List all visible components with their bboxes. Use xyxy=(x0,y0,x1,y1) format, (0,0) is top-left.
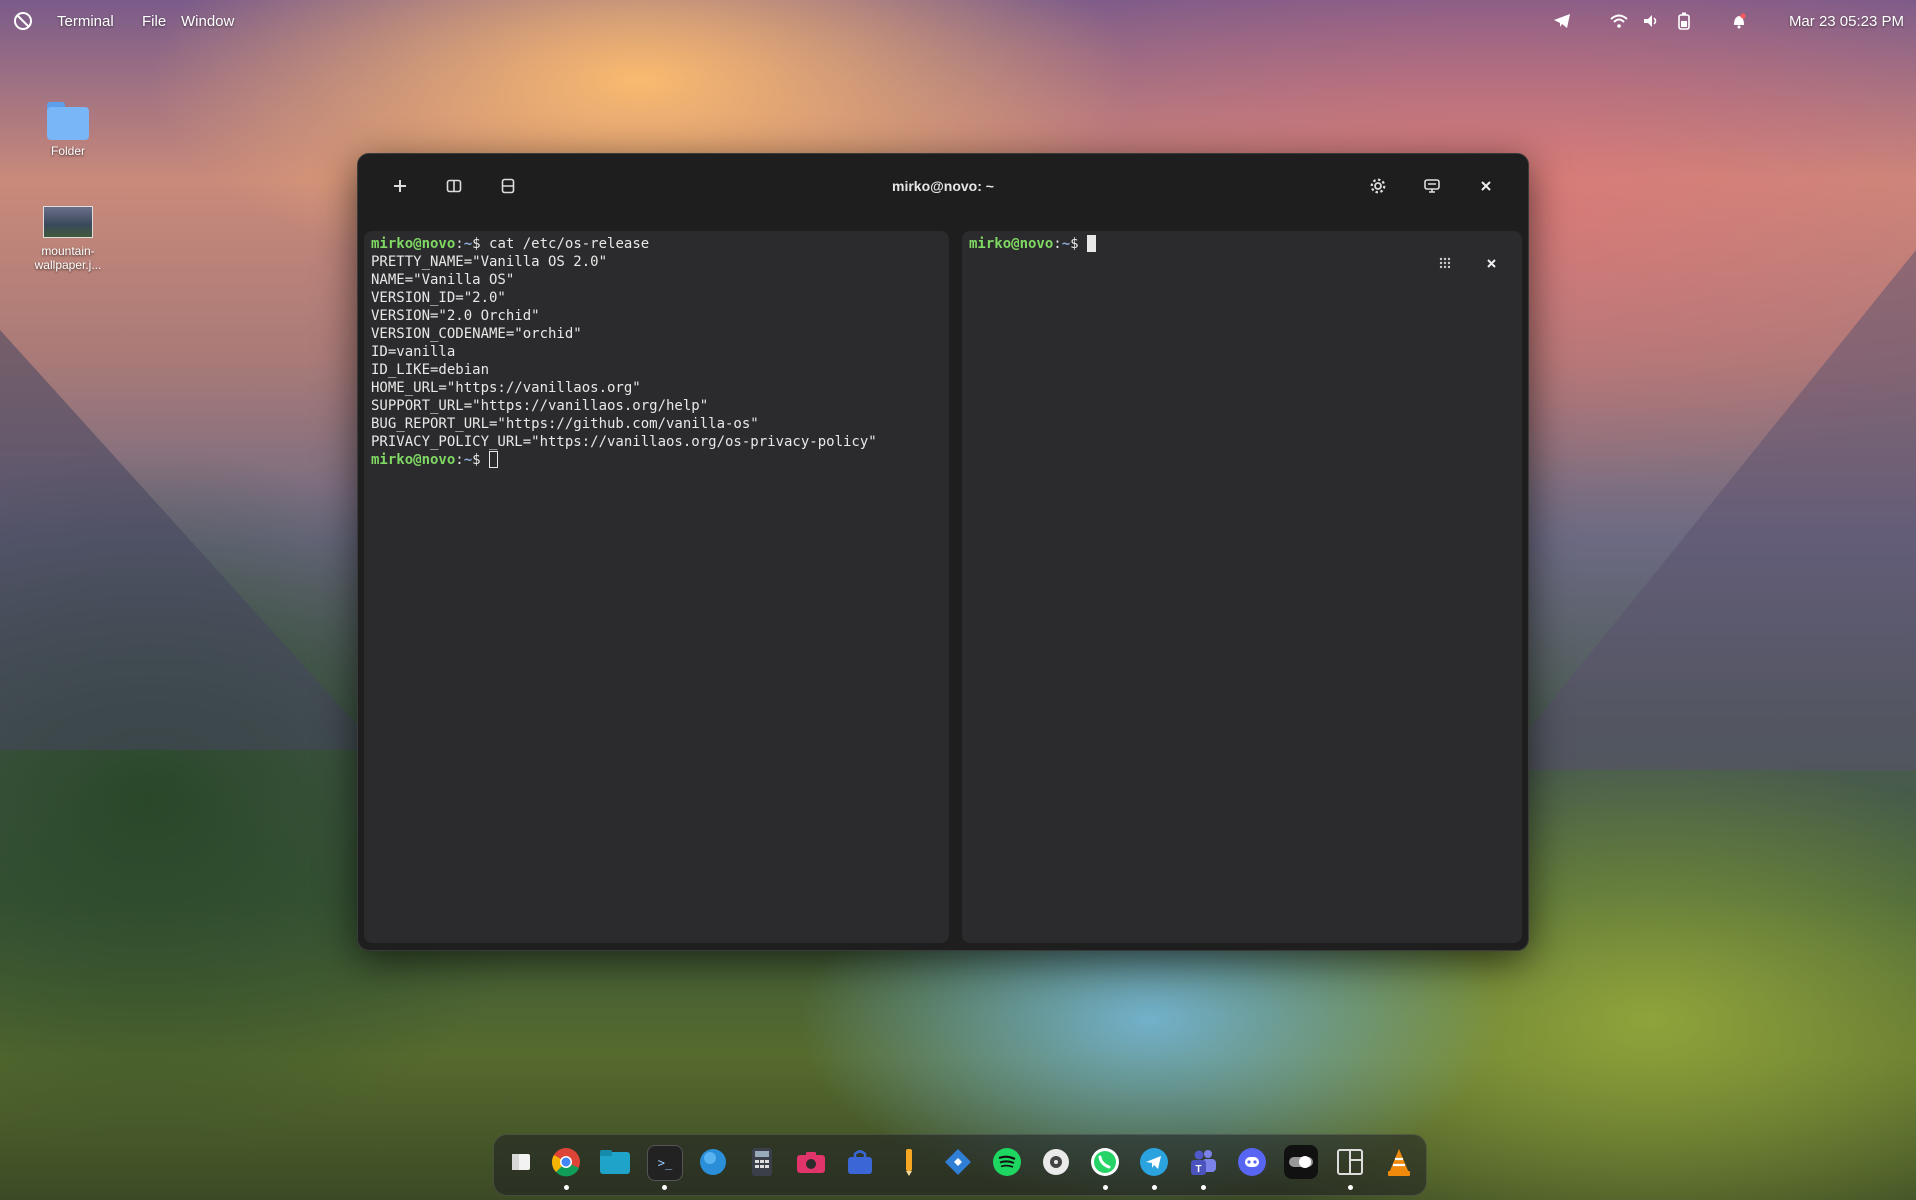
terminal-output-left: mirko@novo:~$ cat /etc/os-release PRETTY… xyxy=(364,231,949,473)
desktop-wallpaper-label: mountain-wallpaper.j... xyxy=(34,244,102,272)
running-indicator xyxy=(564,1185,569,1190)
whatsapp-icon[interactable] xyxy=(1088,1145,1122,1179)
menu-file[interactable]: File xyxy=(142,13,166,30)
code-icon[interactable] xyxy=(941,1145,975,1179)
notification-bell-icon[interactable] xyxy=(1728,10,1750,32)
desktop-folder[interactable]: Folder xyxy=(23,102,113,158)
svg-text:T: T xyxy=(1195,1164,1201,1175)
toggle-icon[interactable] xyxy=(1284,1145,1318,1179)
cursor xyxy=(1087,235,1097,252)
output-line: VERSION_ID="2.0" xyxy=(371,290,506,306)
close-window-button[interactable] xyxy=(1471,171,1501,201)
prompt-line: mirko@novo:~$ cat /etc/os-release xyxy=(371,236,650,252)
prompt-user: mirko@novo xyxy=(371,236,456,252)
files-icon[interactable] xyxy=(504,1145,538,1179)
telegram-tray-icon[interactable] xyxy=(1551,10,1573,32)
output-line: HOME_URL="https://vanillaos.org" xyxy=(371,380,641,396)
cursor xyxy=(489,451,499,468)
camera-icon[interactable] xyxy=(794,1145,828,1179)
pencil-icon[interactable] xyxy=(892,1145,926,1179)
terminal-pane-left[interactable]: mirko@novo:~$ cat /etc/os-release PRETTY… xyxy=(364,231,949,943)
terminal-icon[interactable]: >_ xyxy=(647,1145,683,1181)
window-title: mirko@novo: ~ xyxy=(892,178,994,194)
chrome-icon[interactable] xyxy=(549,1145,583,1179)
prompt-user: mirko@novo xyxy=(969,236,1054,252)
running-indicator xyxy=(1201,1185,1206,1190)
calculator-icon[interactable] xyxy=(745,1145,779,1179)
vanilla-logo-icon[interactable] xyxy=(13,11,33,31)
output-line: VERSION="2.0 Orchid" xyxy=(371,308,540,324)
running-indicator xyxy=(662,1185,667,1190)
window-header[interactable]: mirko@novo: ~ xyxy=(358,154,1528,218)
top-bar: Terminal File Window Mar 23 05:23 PM xyxy=(0,0,1916,44)
wallpaper-mountain-right xyxy=(1496,250,1916,770)
desktop-wallpaper-file[interactable]: mountain-wallpaper.j... xyxy=(23,206,113,272)
bag-icon[interactable] xyxy=(843,1145,877,1179)
globe-icon[interactable] xyxy=(696,1145,730,1179)
close-icon xyxy=(1486,258,1496,268)
app-menu-terminal[interactable]: Terminal xyxy=(57,13,114,30)
prompt-path: ~ xyxy=(463,236,473,252)
folder-icon xyxy=(47,102,89,140)
telegram-icon[interactable] xyxy=(1137,1145,1171,1179)
spotify-icon[interactable] xyxy=(990,1145,1024,1179)
settings-button[interactable] xyxy=(1363,171,1393,201)
output-line: ID_LIKE=debian xyxy=(371,362,490,378)
running-indicator xyxy=(1152,1185,1157,1190)
layout-icon[interactable] xyxy=(1333,1145,1367,1179)
running-indicator xyxy=(1348,1185,1353,1190)
grid-dots-icon xyxy=(1439,257,1451,269)
battery-icon[interactable] xyxy=(1673,10,1695,32)
disk-icon[interactable] xyxy=(1039,1145,1073,1179)
folder-icon[interactable] xyxy=(598,1145,632,1179)
clock[interactable]: Mar 23 05:23 PM xyxy=(1789,13,1904,30)
prompt-path: ~ xyxy=(463,452,473,468)
dock: >_ T xyxy=(493,1134,1427,1196)
prompt-line: mirko@novo:~$ xyxy=(371,451,499,468)
output-line: PRETTY_NAME="Vanilla OS 2.0" xyxy=(371,254,608,270)
terminal-pane-right[interactable]: mirko@novo:~$ xyxy=(962,231,1522,943)
pane-menu-button[interactable] xyxy=(1433,251,1457,275)
teams-icon[interactable]: T xyxy=(1186,1145,1220,1179)
discord-icon[interactable] xyxy=(1235,1145,1269,1179)
wallpaper-mountain-left xyxy=(0,330,380,750)
output-line: BUG_REPORT_URL="https://github.com/vanil… xyxy=(371,416,759,432)
vlc-icon[interactable] xyxy=(1382,1145,1416,1179)
wifi-icon[interactable] xyxy=(1608,10,1630,32)
main-menu-button[interactable] xyxy=(1417,171,1447,201)
running-indicator xyxy=(1103,1185,1108,1190)
prompt-path: ~ xyxy=(1061,236,1071,252)
output-line: VERSION_CODENAME="orchid" xyxy=(371,326,582,342)
desktop-folder-label: Folder xyxy=(50,144,85,158)
prompt-user: mirko@novo xyxy=(371,452,456,468)
output-line: ID=vanilla xyxy=(371,344,456,360)
command-text: cat /etc/os-release xyxy=(489,236,650,252)
output-line: SUPPORT_URL="https://vanillaos.org/help" xyxy=(371,398,709,414)
output-line: NAME="Vanilla OS" xyxy=(371,272,515,288)
close-pane-button[interactable] xyxy=(1479,251,1503,275)
output-line: PRIVACY_POLICY_URL="https://vanillaos.or… xyxy=(371,434,877,450)
volume-icon[interactable] xyxy=(1640,10,1662,32)
terminal-window[interactable]: mirko@novo: ~ mirko@novo:~$ cat /etc/os-… xyxy=(357,153,1529,951)
menu-window[interactable]: Window xyxy=(181,13,234,30)
image-thumbnail-icon xyxy=(43,206,93,238)
